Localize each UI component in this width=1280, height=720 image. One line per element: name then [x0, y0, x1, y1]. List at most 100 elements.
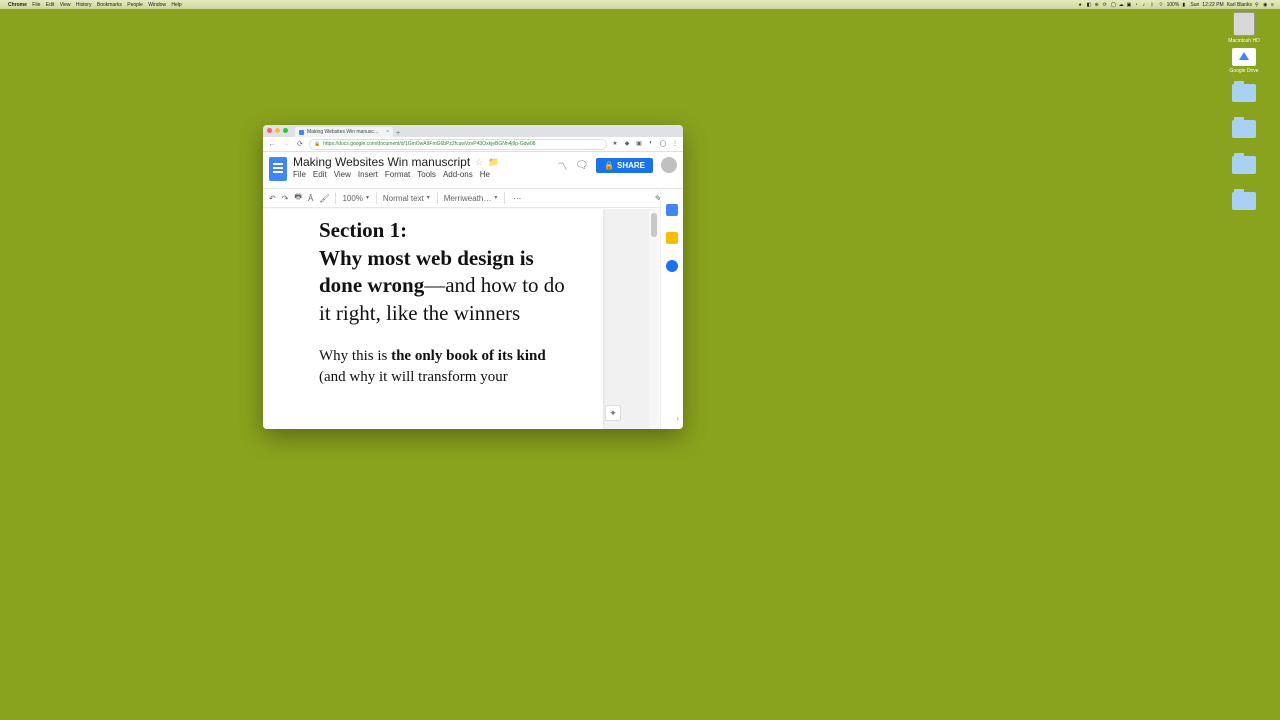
spotlight-icon[interactable]: ⚲ [1255, 2, 1260, 7]
account-avatar[interactable] [661, 157, 677, 173]
menu-people[interactable]: People [127, 2, 143, 8]
new-tab-button[interactable]: + [393, 130, 403, 137]
calendar-app-icon[interactable] [666, 204, 678, 216]
status-icon[interactable]: ◔ [1135, 2, 1140, 7]
docs-menu-insert[interactable]: Insert [358, 170, 378, 179]
desktop-google-drive[interactable]: Google Drive [1224, 48, 1264, 74]
extension-icon[interactable]: ◆ [623, 140, 631, 148]
chrome-menu-icon[interactable]: ⋮ [671, 140, 679, 148]
heading-2: Why this is the only book of its kind (a… [319, 346, 573, 388]
extension-icon[interactable]: ◐ [647, 140, 655, 148]
tasks-app-icon[interactable] [666, 260, 678, 272]
separator [376, 192, 377, 204]
desktop-folder[interactable] [1224, 84, 1264, 104]
docs-header: Making Websites Win manuscript ☆ 📁 File … [263, 152, 683, 188]
nav-back-button[interactable]: ← [267, 141, 277, 148]
tab-close-icon[interactable]: × [386, 129, 389, 135]
spellcheck-button[interactable]: Ā [308, 194, 313, 203]
nav-forward-button[interactable]: → [281, 141, 291, 148]
battery-icon[interactable]: ▮ [1182, 2, 1187, 7]
docs-menu-format[interactable]: Format [385, 170, 410, 179]
document-title[interactable]: Making Websites Win manuscript [293, 155, 470, 169]
folder-icon [1232, 120, 1256, 138]
extension-icon[interactable]: ★ [611, 140, 619, 148]
menu-bookmarks[interactable]: Bookmarks [97, 2, 122, 8]
tab-title: Making Websites Win manusc… [307, 129, 379, 135]
share-label: SHARE [617, 161, 645, 170]
menu-help[interactable]: Help [171, 2, 181, 8]
toolbar-more-button[interactable]: ⋯ [513, 194, 521, 203]
menu-edit[interactable]: Edit [46, 2, 55, 8]
move-folder-icon[interactable]: 📁 [488, 157, 499, 168]
scrollbar-thumb[interactable] [651, 213, 657, 237]
folder-icon [1232, 192, 1256, 210]
menubar-app-name[interactable]: Chrome [8, 2, 27, 8]
paint-format-button[interactable]: 🖌 [319, 194, 329, 203]
google-side-panel: › [660, 190, 683, 429]
nav-reload-button[interactable]: ⟳ [295, 140, 305, 148]
undo-button[interactable]: ↶ [269, 194, 276, 203]
docs-menu-addons[interactable]: Add-ons [443, 170, 473, 179]
status-icon[interactable]: ⊕ [1095, 2, 1100, 7]
browser-tab[interactable]: Making Websites Win manusc… × [295, 127, 393, 137]
address-bar[interactable]: 🔒 https://docs.google.com/document/d/1Gm… [309, 139, 607, 150]
comments-icon[interactable]: 🗨 [575, 160, 588, 171]
status-icon[interactable]: ▣ [1127, 2, 1132, 7]
docs-menubar: File Edit View Insert Format Tools Add-o… [293, 170, 551, 179]
docs-header-right: 〽 🗨 🔒 SHARE [557, 157, 677, 173]
docs-menu-edit[interactable]: Edit [313, 170, 327, 179]
notifications-icon[interactable]: ≡ [1271, 2, 1276, 7]
font-dropdown[interactable]: Merriweath…▼ [444, 194, 499, 203]
star-icon[interactable]: ☆ [475, 157, 483, 168]
menubar-user[interactable]: Karl Blanks [1227, 2, 1252, 8]
extension-icon[interactable]: ▣ [635, 140, 643, 148]
bluetooth-icon[interactable]: ᛒ [1151, 2, 1156, 7]
separator [504, 192, 505, 204]
redo-button[interactable]: ↷ [282, 194, 289, 203]
wifi-icon[interactable]: ⌔ [1159, 2, 1164, 7]
status-icon[interactable]: ◯ [1111, 2, 1116, 7]
battery-percent[interactable]: 100% [1167, 2, 1180, 8]
desktop-folder[interactable] [1224, 120, 1264, 140]
docs-menu-view[interactable]: View [334, 170, 351, 179]
paragraph-style-dropdown[interactable]: Normal text▼ [383, 194, 431, 203]
activity-icon[interactable]: 〽 [557, 158, 567, 173]
status-icon[interactable]: ☁ [1119, 2, 1124, 7]
share-button[interactable]: 🔒 SHARE [596, 158, 653, 173]
folder-icon [1232, 156, 1256, 174]
siri-icon[interactable]: ◉ [1263, 2, 1268, 7]
menubar-time[interactable]: 12:22 PM [1202, 2, 1223, 8]
status-icon[interactable]: ♪ [1143, 2, 1148, 7]
profile-icon[interactable]: ◯ [659, 140, 667, 148]
lock-icon: 🔒 [314, 141, 320, 147]
status-icon[interactable]: ◧ [1087, 2, 1092, 7]
status-icon[interactable]: ⟳ [1103, 2, 1108, 7]
document-page[interactable]: Section 1: Why most web design is done w… [263, 209, 603, 429]
desktop-folder[interactable] [1224, 192, 1264, 212]
explore-icon: ✦ [609, 408, 617, 419]
window-close-button[interactable] [267, 128, 272, 133]
window-minimize-button[interactable] [275, 128, 280, 133]
window-zoom-button[interactable] [283, 128, 288, 133]
print-button[interactable]: 🖶 [294, 191, 302, 205]
menu-window[interactable]: Window [148, 2, 166, 8]
separator [335, 192, 336, 204]
tab-favicon-icon [299, 130, 304, 135]
side-panel-collapse-icon[interactable]: › [676, 414, 679, 423]
keep-app-icon[interactable] [666, 232, 678, 244]
lock-icon: 🔒 [604, 161, 614, 170]
menu-view[interactable]: View [60, 2, 71, 8]
explore-button[interactable]: ✦ [605, 405, 621, 421]
menu-history[interactable]: History [76, 2, 92, 8]
desktop-hd[interactable]: Macintosh HD [1224, 12, 1264, 44]
docs-menu-help[interactable]: He [480, 170, 490, 179]
docs-menu-file[interactable]: File [293, 170, 306, 179]
status-icon[interactable]: ● [1079, 2, 1084, 7]
zoom-dropdown[interactable]: 100%▼ [342, 194, 369, 203]
desktop-folder[interactable] [1224, 156, 1264, 176]
docs-menu-tools[interactable]: Tools [417, 170, 436, 179]
vertical-scrollbar[interactable] [649, 209, 659, 429]
google-docs-logo-icon[interactable] [269, 157, 287, 181]
menu-file[interactable]: File [32, 2, 40, 8]
menubar-day[interactable]: Sun [1190, 2, 1199, 8]
